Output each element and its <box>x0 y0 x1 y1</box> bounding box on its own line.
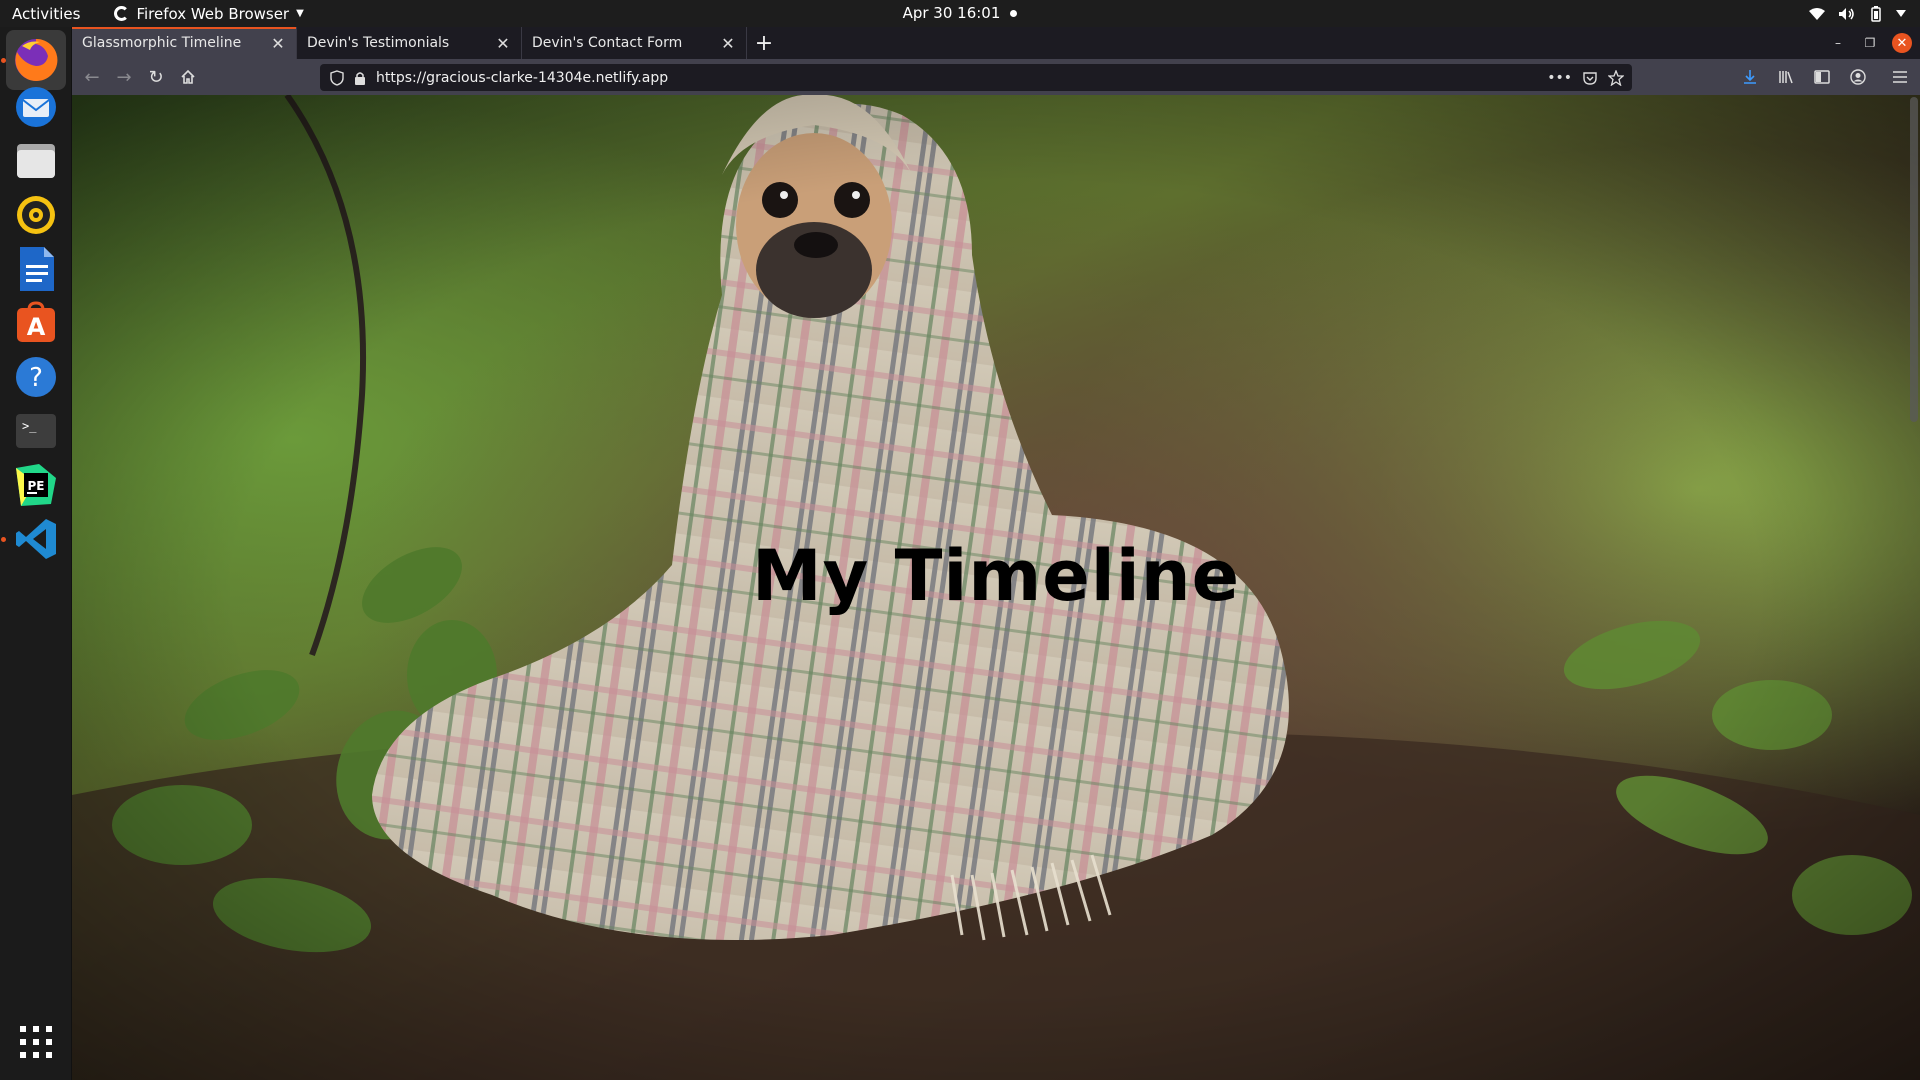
thunderbird-icon <box>16 87 56 127</box>
tab-title: Glassmorphic Timeline <box>82 35 242 51</box>
sidebar-button[interactable] <box>1806 62 1838 92</box>
minimize-icon: – <box>1835 36 1841 50</box>
firefox-window: Glassmorphic Timeline ✕ Devin's Testimon… <box>72 27 1920 1080</box>
wifi-icon <box>1809 7 1825 20</box>
dock-vscode[interactable] <box>6 509 66 569</box>
system-tray[interactable] <box>1808 0 1906 27</box>
activities-button[interactable]: Activities <box>0 0 92 27</box>
running-indicator <box>1 58 6 63</box>
software-store-icon: A <box>17 301 55 342</box>
dock-terminal[interactable]: >_ <box>6 401 66 461</box>
navigation-toolbar: ← → ↻ https://gracious-clarke-14304e.net… <box>72 59 1920 95</box>
dock-libreoffice-writer[interactable] <box>6 239 66 299</box>
arrow-left-icon: ← <box>84 66 100 88</box>
url-bar-actions: ••• <box>1547 64 1624 91</box>
new-tab-button[interactable]: + <box>747 27 781 59</box>
svg-text:A: A <box>27 313 46 341</box>
terminal-icon: >_ <box>16 414 56 448</box>
toolbar-right <box>1734 59 1920 95</box>
dock-files[interactable] <box>6 131 66 191</box>
help-icon: ? <box>16 357 56 397</box>
dock-ubuntu-software[interactable]: A <box>6 293 66 353</box>
download-icon <box>1744 70 1756 84</box>
dock: A ? >_ PE <box>0 27 72 1080</box>
page-content: My Timeline <box>72 95 1920 1080</box>
dock-help[interactable]: ? <box>6 347 66 407</box>
pocket-icon[interactable] <box>1582 70 1598 86</box>
app-menu-label: Firefox Web Browser <box>136 4 290 23</box>
notification-dot-icon <box>1010 10 1018 17</box>
plus-icon: + <box>754 30 774 56</box>
battery-icon <box>1871 5 1881 22</box>
writer-icon <box>20 247 54 291</box>
library-icon <box>1779 71 1793 84</box>
home-icon <box>181 69 195 84</box>
firefox-mini-icon <box>114 6 130 21</box>
svg-text:>_: >_ <box>22 419 37 433</box>
account-icon <box>1850 69 1866 85</box>
vscode-icon <box>16 519 56 559</box>
close-icon[interactable]: ✕ <box>720 34 736 53</box>
dock-thunderbird[interactable] <box>6 77 66 137</box>
url-text[interactable]: https://gracious-clarke-14304e.netlify.a… <box>376 70 668 86</box>
sidebar-icon <box>1814 70 1830 84</box>
pycharm-icon: PE <box>16 464 56 506</box>
page-title: My Timeline <box>751 535 1241 617</box>
restore-button[interactable]: ❐ <box>1860 33 1880 53</box>
svg-text:PE: PE <box>28 479 45 493</box>
url-bar[interactable]: https://gracious-clarke-14304e.netlify.a… <box>320 64 1632 91</box>
app-menu-button[interactable] <box>1884 62 1916 92</box>
dock-show-applications[interactable] <box>6 1012 66 1072</box>
dock-rhythmbox[interactable] <box>6 185 66 245</box>
bookmark-star-icon[interactable] <box>1608 69 1624 86</box>
home-button[interactable] <box>172 62 204 92</box>
app-grid-icon <box>20 1026 52 1058</box>
tab-title: Devin's Testimonials <box>307 35 450 51</box>
tab-strip: Glassmorphic Timeline ✕ Devin's Testimon… <box>72 27 1920 59</box>
minimize-button[interactable]: – <box>1828 33 1848 53</box>
tab-title: Devin's Contact Form <box>532 35 683 51</box>
rhythmbox-icon <box>17 196 55 234</box>
running-indicator <box>1 537 6 542</box>
volume-icon <box>1839 7 1854 20</box>
svg-text:?: ? <box>29 363 43 393</box>
account-button[interactable] <box>1842 62 1874 92</box>
shield-icon[interactable] <box>330 69 344 86</box>
tab-glassmorphic-timeline[interactable]: Glassmorphic Timeline ✕ <box>72 27 297 59</box>
downloads-button[interactable] <box>1734 62 1766 92</box>
caret-down-icon: ▼ <box>296 8 304 19</box>
window-controls: – ❐ ✕ <box>1828 27 1912 59</box>
lock-icon[interactable] <box>354 71 366 85</box>
page-scrollbar[interactable] <box>1910 97 1918 422</box>
system-menu-caret-icon <box>1896 9 1906 17</box>
library-button[interactable] <box>1770 62 1802 92</box>
app-menu[interactable]: Firefox Web Browser ▼ <box>114 0 304 27</box>
close-icon[interactable]: ✕ <box>495 34 511 53</box>
close-icon: ✕ <box>1896 35 1908 51</box>
files-icon <box>17 144 55 178</box>
dock-pycharm-edu[interactable]: PE <box>6 455 66 515</box>
back-button[interactable]: ← <box>76 62 108 92</box>
gnome-top-bar: Activities Firefox Web Browser ▼ Apr 30 … <box>0 0 1920 27</box>
hamburger-icon <box>1893 71 1907 83</box>
clock-label[interactable]: Apr 30 16:01 <box>903 4 1001 22</box>
page-actions-icon[interactable]: ••• <box>1547 70 1572 86</box>
tab-devins-contact-form[interactable]: Devin's Contact Form ✕ <box>522 27 747 59</box>
restore-icon: ❐ <box>1864 36 1876 50</box>
forward-button[interactable]: → <box>108 62 140 92</box>
close-icon[interactable]: ✕ <box>270 34 286 53</box>
reload-icon: ↻ <box>148 66 164 88</box>
reload-button[interactable]: ↻ <box>140 62 172 92</box>
arrow-right-icon: → <box>116 66 132 88</box>
window-close-button[interactable]: ✕ <box>1892 33 1912 53</box>
tab-devins-testimonials[interactable]: Devin's Testimonials ✕ <box>297 27 522 59</box>
